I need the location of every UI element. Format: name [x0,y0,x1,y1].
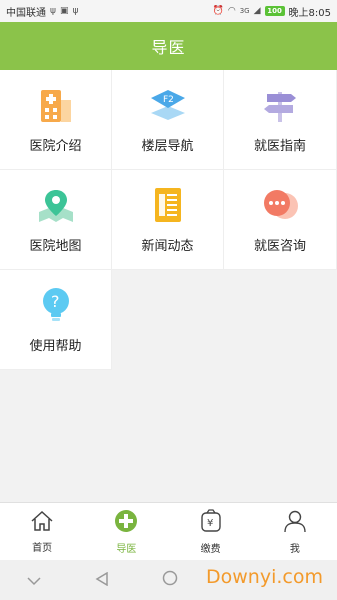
floor-icon-text: F2 [163,95,174,105]
signpost-icon [260,85,300,125]
battery-icon: 100 [264,6,285,16]
menu-item-medical-guide[interactable]: 就医指南 [224,70,337,170]
network-type: 3G [239,7,250,15]
menu-item-hospital-map[interactable]: 医院地图 [0,170,112,270]
floor-layers-icon: F2 [148,85,188,125]
user-icon [283,509,307,537]
collapse-button[interactable] [0,571,68,590]
tab-me[interactable]: 我 [253,503,337,560]
menu-item-label: 医院地图 [29,239,82,254]
menu-item-hospital-intro[interactable]: 医院介绍 [0,70,112,170]
image-icon: ▣ [59,6,69,16]
signal-icon: ◢ [253,6,261,16]
wifi-icon: ◠ [227,6,236,16]
menu-item-label: 使用帮助 [29,339,82,354]
watermark: Downyi.com [206,566,323,588]
tab-payment[interactable]: ¥ 缴费 [169,503,253,560]
carrier-label: 中国联通 [6,7,46,19]
home-circle-icon [162,570,178,590]
tab-guide[interactable]: 导医 [84,503,168,560]
payment-symbol: ¥ [207,518,213,529]
system-nav-bar: Downyi.com [0,560,337,600]
plus-circle-icon [114,509,138,537]
tab-label: 首页 [32,542,53,554]
page-title: 导医 [151,38,186,57]
back-button[interactable] [68,571,136,590]
chat-bubble-icon [260,185,300,225]
usb-icon: ψ [50,6,56,16]
menu-item-label: 楼层导航 [141,139,194,154]
back-triangle-icon [95,571,109,590]
menu-grid: 医院介绍 F2 楼层导航 就医指南 医院地图 新闻动态 就医咨询 ? 使用帮助 [0,70,337,370]
menu-item-floor-nav[interactable]: F2 楼层导航 [112,70,224,170]
menu-item-consultation[interactable]: 就医咨询 [224,170,337,270]
tab-label: 我 [289,543,300,555]
hospital-building-icon [36,85,76,125]
alarm-icon: ⏰ [212,6,224,16]
menu-item-news[interactable]: 新闻动态 [112,170,224,270]
usb-debug-icon: ψ [72,6,79,16]
menu-item-label: 医院介绍 [29,139,82,154]
menu-item-help[interactable]: ? 使用帮助 [0,270,112,370]
menu-item-label: 就医指南 [253,139,306,154]
tab-label: 导医 [116,543,137,555]
clock: 晚上8:05 [288,7,331,19]
app-header: 导医 [0,22,337,70]
map-pin-icon [36,185,76,225]
home-system-button[interactable] [136,570,204,590]
tab-label: 缴费 [200,543,221,555]
help-lightbulb-icon: ? [36,285,76,325]
news-document-icon [148,185,188,225]
tab-home[interactable]: 首页 [0,503,84,560]
menu-item-label: 就医咨询 [253,239,306,254]
home-icon [30,510,54,536]
payment-bag-icon: ¥ [200,508,222,537]
menu-item-label: 新闻动态 [141,239,194,254]
status-bar: 中国联通 ψ ▣ ψ ⏰ ◠ 3G ◢ 100 晚上8:05 [0,0,337,22]
tab-bar: 首页 导医 ¥ 缴费 我 [0,502,337,560]
chevron-down-icon [27,571,41,590]
svg-text:?: ? [51,292,60,311]
